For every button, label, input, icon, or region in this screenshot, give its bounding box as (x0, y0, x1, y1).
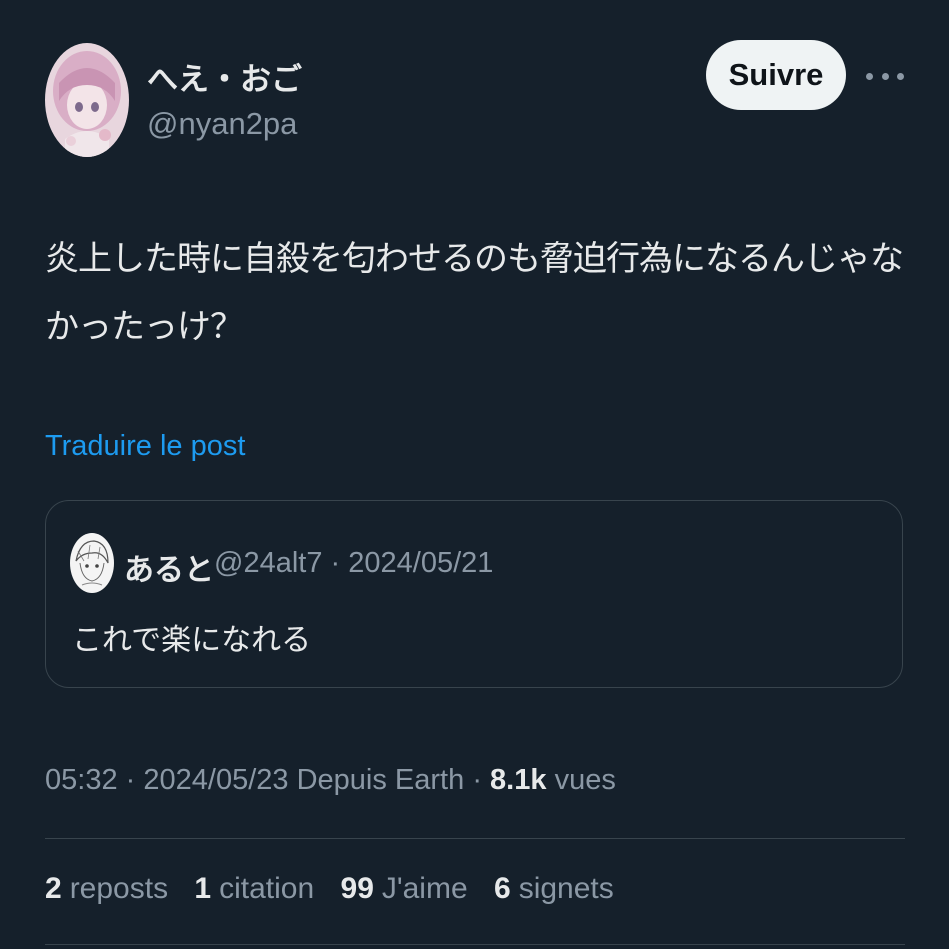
bookmarks-count: 6 (494, 872, 511, 905)
divider (45, 838, 905, 839)
quoted-post-card[interactable]: あると @24alt7 · 2024/05/21 これで楽になれる (45, 500, 903, 688)
more-options-icon[interactable] (866, 62, 904, 90)
dot (897, 72, 904, 80)
tweet-text-line-1: 炎上した時に自殺を匂わせるのも脅迫行為になるんじゃな (45, 239, 904, 279)
tweet-text-line-2: かったっけ？ (45, 307, 244, 347)
quote-meta: @24alt7 · 2024/05/21 (214, 547, 493, 580)
follow-button[interactable]: Suivre (706, 40, 846, 110)
post-meta: 05:32 · 2024/05/23 Depuis Earth · 8.1k v… (45, 764, 616, 797)
anime-girl-avatar-icon (45, 43, 129, 157)
likes-count: 99 (340, 872, 374, 905)
sketch-avatar-icon (70, 533, 114, 593)
author-handle[interactable]: @nyan2pa (147, 106, 297, 142)
reposts-label: reposts (69, 872, 169, 905)
bookmarks-label: signets (518, 872, 614, 905)
bookmarks-stat[interactable]: 6 signets (494, 872, 614, 906)
post-date[interactable]: 2024/05/23 (143, 764, 288, 796)
translate-post-link[interactable]: Traduire le post (45, 430, 245, 463)
author-avatar[interactable] (45, 43, 129, 157)
tweet-text: 炎上した時に自殺を匂わせるのも脅迫行為になるんじゃな かったっけ？ (45, 225, 905, 361)
quote-author-avatar[interactable] (70, 533, 114, 593)
dot (881, 72, 889, 80)
dot (866, 72, 873, 80)
post-time[interactable]: 05:32 (45, 764, 118, 796)
quote-author-handle: @24alt7 (214, 547, 323, 579)
divider (45, 944, 905, 945)
author-display-name[interactable]: へえ・おご (147, 54, 302, 99)
reposts-count: 2 (45, 872, 62, 905)
engagement-stats: 2 reposts 1 citation 99 J'aime 6 signets (45, 872, 632, 906)
meta-separator: · (472, 764, 482, 796)
citations-stat[interactable]: 1 citation (194, 872, 314, 906)
likes-stat[interactable]: 99 J'aime (341, 872, 468, 906)
views-label: vues (554, 764, 616, 796)
quote-author-display-name: あると (124, 553, 214, 588)
citations-label: citation (219, 872, 315, 905)
reposts-stat[interactable]: 2 reposts (45, 872, 168, 906)
citations-count: 1 (194, 872, 212, 905)
quote-separator: · (330, 547, 341, 579)
quote-date: 2024/05/21 (348, 547, 494, 579)
post-source: Depuis Earth (296, 764, 465, 796)
views-count: 8.1k (490, 764, 547, 796)
quote-text: これで楽になれる (72, 623, 312, 658)
meta-separator: · (125, 764, 136, 796)
likes-label: J'aime (381, 872, 468, 905)
